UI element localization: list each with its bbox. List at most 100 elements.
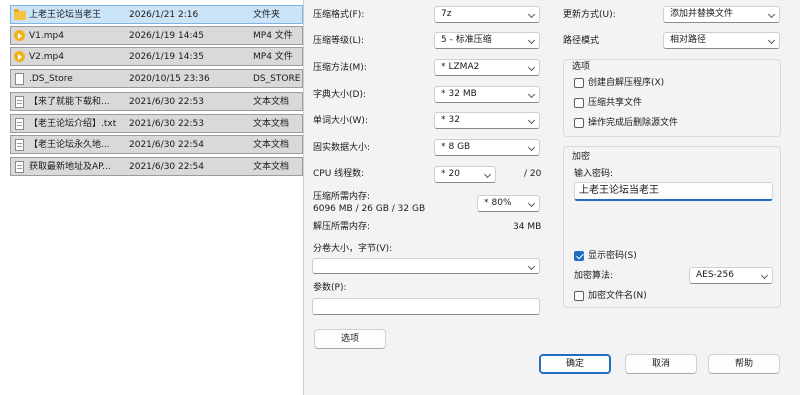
show-password-label: 显示密码(S) [588, 251, 637, 261]
cancel-button[interactable]: 取消 [625, 354, 697, 374]
file-type: MP4 文件 [253, 31, 293, 41]
file-name: 【来了就能下载和... [29, 97, 110, 107]
decomp-label: 解压所需内存: [313, 222, 371, 232]
word-select[interactable]: * 32 [434, 112, 540, 129]
text-file-icon [15, 139, 24, 151]
cpu-value: 20 [448, 169, 460, 179]
file-date: 2026/1/21 2:16 [129, 10, 199, 20]
dict-select[interactable]: * 32 MB [434, 86, 540, 103]
text-file-icon [15, 96, 24, 108]
file-date: 2021/6/30 22:54 [129, 162, 204, 172]
format-label: 压缩格式(F): [313, 10, 365, 20]
shared-label: 压缩共享文件 [588, 98, 643, 108]
method-select[interactable]: * LZMA2 [434, 59, 540, 76]
level-label: 压缩等级(L): [313, 36, 365, 46]
chevron-down-icon [527, 36, 536, 45]
path-label: 路径模式 [563, 36, 600, 46]
text-file-icon [15, 118, 24, 130]
word-value: 32 [448, 115, 460, 125]
checkbox-box [574, 78, 584, 88]
format-select[interactable]: 7z [434, 6, 540, 23]
file-list: 上老王论坛当老王 2026/1/21 2:16 文件夹 V1.mp4 2026/… [0, 0, 303, 395]
file-type: MP4 文件 [253, 52, 293, 62]
cpu-select[interactable]: * 20 [434, 166, 496, 183]
mem-detail: 6096 MB / 26 GB / 32 GB [313, 204, 426, 214]
params-label: 参数(P): [313, 283, 347, 293]
volume-label: 分卷大小，字节(V): [313, 244, 393, 254]
ok-button[interactable]: 确定 [539, 354, 611, 374]
file-date: 2026/1/19 14:45 [129, 31, 204, 41]
checkbox-box [574, 98, 584, 108]
file-date: 2026/1/19 14:35 [129, 52, 204, 62]
text-file-icon [15, 161, 24, 173]
volume-select[interactable] [312, 258, 540, 274]
encrypt-names-label: 加密文件名(N) [588, 291, 647, 301]
format-value: 7z [441, 9, 452, 19]
file-row[interactable]: 【老王论坛永久地... 2021/6/30 22:54 文本文档 [10, 135, 303, 154]
file-row-folder[interactable]: 上老王论坛当老王 2026/1/21 2:16 文件夹 [10, 5, 303, 24]
method-label: 压缩方法(M): [313, 63, 367, 73]
file-row[interactable]: 【来了就能下载和... 2021/6/30 22:53 文本文档 [10, 92, 303, 111]
file-icon [15, 73, 24, 85]
help-button[interactable]: 帮助 [708, 354, 780, 374]
chevron-down-icon [483, 170, 492, 179]
algo-label: 加密算法: [574, 271, 614, 281]
delete-source-label: 操作完成后删除源文件 [588, 118, 679, 128]
chevron-down-icon [527, 143, 536, 152]
checkbox-checked-icon [574, 251, 584, 261]
chevron-down-icon [767, 36, 776, 45]
checkbox-box [574, 291, 584, 301]
level-value: 5 - 标准压缩 [441, 35, 492, 45]
file-row[interactable]: V1.mp4 2026/1/19 14:45 MP4 文件 [10, 26, 303, 45]
file-row[interactable]: V2.mp4 2026/1/19 14:35 MP4 文件 [10, 47, 303, 66]
file-name: 获取最新地址及AP... [29, 162, 111, 172]
file-name: V1.mp4 [29, 31, 64, 41]
solid-value: 8 GB [448, 142, 471, 152]
file-row[interactable]: 获取最新地址及AP... 2021/6/30 22:54 文本文档 [10, 157, 303, 176]
file-row[interactable]: 【老王论坛介绍】.txt 2021/6/30 22:53 文本文档 [10, 114, 303, 133]
chevron-down-icon [527, 116, 536, 125]
chevron-down-icon [767, 10, 776, 19]
sfx-label: 创建自解压程序(X) [588, 78, 665, 88]
archive-dialog: 压缩格式(F): 7z 压缩等级(L): 5 - 标准压缩 压缩方法(M): *… [303, 0, 800, 395]
password-label: 输入密码: [574, 169, 614, 179]
file-type: 文本文档 [253, 119, 290, 129]
solid-label: 固实数据大小: [313, 143, 371, 153]
mem-select[interactable]: * 80% [477, 195, 540, 212]
chevron-down-icon [527, 262, 536, 271]
chevron-down-icon [527, 10, 536, 19]
file-date: 2021/6/30 22:53 [129, 97, 204, 107]
file-type: 文本文档 [253, 97, 290, 107]
solid-select[interactable]: * 8 GB [434, 139, 540, 156]
video-file-icon [14, 30, 25, 41]
file-name: .DS_Store [29, 74, 73, 84]
update-value: 添加并替换文件 [670, 9, 734, 19]
path-select[interactable]: 相对路径 [663, 32, 780, 49]
params-input[interactable] [312, 298, 540, 315]
checkbox-box [574, 118, 584, 128]
chevron-down-icon [527, 63, 536, 72]
level-select[interactable]: 5 - 标准压缩 [434, 32, 540, 49]
file-row[interactable]: .DS_Store 2020/10/15 23:36 DS_STORE [10, 69, 303, 88]
chevron-down-icon [527, 199, 536, 208]
update-label: 更新方式(U): [563, 10, 616, 20]
chevron-down-icon [527, 90, 536, 99]
algo-select[interactable]: AES-256 [689, 267, 773, 284]
options-button[interactable]: 选项 [314, 329, 386, 349]
file-name: 上老王论坛当老王 [29, 10, 102, 20]
file-name: 【老王论坛介绍】.txt [29, 119, 117, 129]
update-select[interactable]: 添加并替换文件 [663, 6, 780, 23]
options-group-title: 选项 [572, 62, 591, 72]
word-label: 单词大小(W): [313, 116, 368, 126]
decomp-value: 34 MB [513, 222, 542, 232]
mem-label: 压缩所需内存: [313, 192, 371, 202]
path-value: 相对路径 [670, 35, 707, 45]
file-name: V2.mp4 [29, 52, 64, 62]
encryption-group-title: 加密 [572, 152, 591, 162]
password-input[interactable]: 上老王论坛当老王 [574, 182, 773, 201]
video-file-icon [14, 51, 25, 62]
folder-icon [14, 9, 26, 20]
cpu-max: / 20 [524, 169, 542, 179]
algo-value: AES-256 [696, 270, 734, 280]
file-type: 文件夹 [253, 10, 281, 20]
